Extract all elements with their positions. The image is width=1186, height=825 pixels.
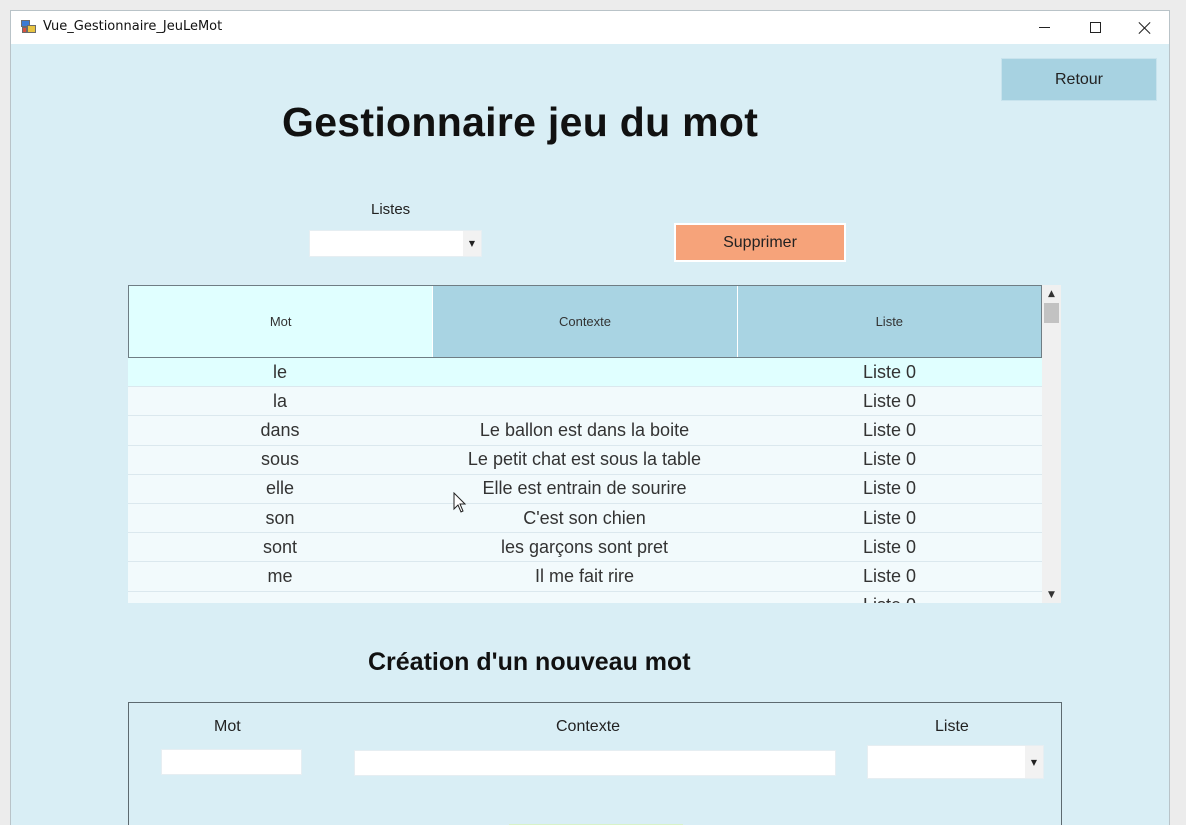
cell-liste[interactable]: Liste 0 [737,562,1042,590]
app-window: Vue_Gestionnaire_JeuLeMot Retour Gestion… [10,10,1170,825]
table-row[interactable]: me Il me fait rire Liste 0 [128,562,1042,592]
cell-mot[interactable]: me [128,562,432,590]
grid-vertical-scrollbar[interactable]: ▲ ▼ [1042,285,1061,603]
table-row[interactable]: le Liste 0 [128,358,1042,388]
contexte-label: Contexte [556,718,621,735]
minimize-button[interactable] [1018,11,1070,44]
cell-contexte[interactable]: les garçons sont pret [432,533,737,561]
grid-header: Mot Contexte Liste [128,285,1042,358]
cell-contexte[interactable]: Le petit chat est sous la table [432,446,737,474]
maximize-icon [1089,22,1101,33]
scrollbar-thumb[interactable] [1044,303,1059,323]
table-row[interactable]: elle Elle est entrain de sourire Liste 0 [128,474,1042,504]
cell-contexte[interactable] [432,387,737,415]
cell-mot[interactable]: elle [128,475,432,503]
creation-form: Mot Contexte Liste ▼ [128,702,1062,825]
creation-section-title: Création d'un nouveau mot [368,648,691,676]
words-grid[interactable]: Mot Contexte Liste le Liste 0 la Liste 0… [128,285,1061,603]
minimize-icon [1038,27,1050,28]
cell-liste[interactable]: Liste 0 [737,504,1042,532]
table-row[interactable]: la Liste 0 [128,387,1042,417]
maximize-button[interactable] [1069,11,1121,44]
title-bar[interactable]: Vue_Gestionnaire_JeuLeMot [11,11,1169,44]
cell-liste[interactable]: Liste 0 [737,387,1042,415]
mouse-pointer-icon [453,492,467,513]
column-header-contexte[interactable]: Contexte [432,286,737,357]
retour-button[interactable]: Retour [1001,58,1157,101]
cell-liste[interactable]: Liste 0 [737,592,1042,603]
cell-mot[interactable]: la [128,387,432,415]
listes-dropdown[interactable]: ▼ [309,230,482,257]
mot-input[interactable] [161,749,302,775]
cell-mot[interactable] [128,592,432,604]
column-header-liste[interactable]: Liste [736,286,1041,357]
cell-contexte[interactable]: Il me fait rire [432,562,737,590]
table-row[interactable]: sont les garçons sont pret Liste 0 [128,533,1042,563]
mot-label: Mot [214,718,241,735]
scroll-up-icon[interactable]: ▲ [1042,285,1061,302]
close-button[interactable] [1119,11,1169,44]
supprimer-button[interactable]: Supprimer [674,223,846,262]
table-row[interactable]: sous Le petit chat est sous la table Lis… [128,445,1042,475]
chevron-down-icon[interactable]: ▼ [463,231,481,256]
cell-liste[interactable]: Liste 0 [737,358,1042,386]
cell-liste[interactable]: Liste 0 [737,416,1042,444]
page-title: Gestionnaire jeu du mot [282,99,759,145]
scroll-down-icon[interactable]: ▼ [1042,586,1061,603]
liste-label: Liste [935,718,969,735]
cell-liste[interactable]: Liste 0 [737,446,1042,474]
chevron-down-icon[interactable]: ▼ [1025,746,1043,778]
table-row[interactable]: Liste 0 [128,591,1042,604]
cell-contexte[interactable] [432,592,737,604]
table-row[interactable]: dans Le ballon est dans la boite Liste 0 [128,416,1042,446]
app-icon [21,19,37,34]
cell-contexte[interactable]: Elle est entrain de sourire [432,475,737,503]
cell-contexte[interactable]: Le ballon est dans la boite [432,416,737,444]
close-icon [1138,21,1152,35]
cell-mot[interactable]: son [128,504,432,532]
contexte-input[interactable] [354,750,836,776]
cell-mot[interactable]: dans [128,416,432,444]
window-title: Vue_Gestionnaire_JeuLeMot [43,19,223,34]
cell-mot[interactable]: sont [128,533,432,561]
cell-contexte[interactable] [432,358,737,386]
cell-mot[interactable]: sous [128,446,432,474]
table-row[interactable]: son C'est son chien Liste 0 [128,503,1042,534]
liste-dropdown[interactable]: ▼ [867,745,1044,779]
cell-liste[interactable]: Liste 0 [737,533,1042,561]
listes-label: Listes [371,201,411,218]
grid-body: le Liste 0 la Liste 0 dans Le ballon est… [128,358,1042,603]
cell-liste[interactable]: Liste 0 [737,475,1042,503]
cell-mot[interactable]: le [128,358,432,386]
cell-contexte[interactable]: C'est son chien [432,504,737,532]
column-header-mot[interactable]: Mot [129,286,433,357]
